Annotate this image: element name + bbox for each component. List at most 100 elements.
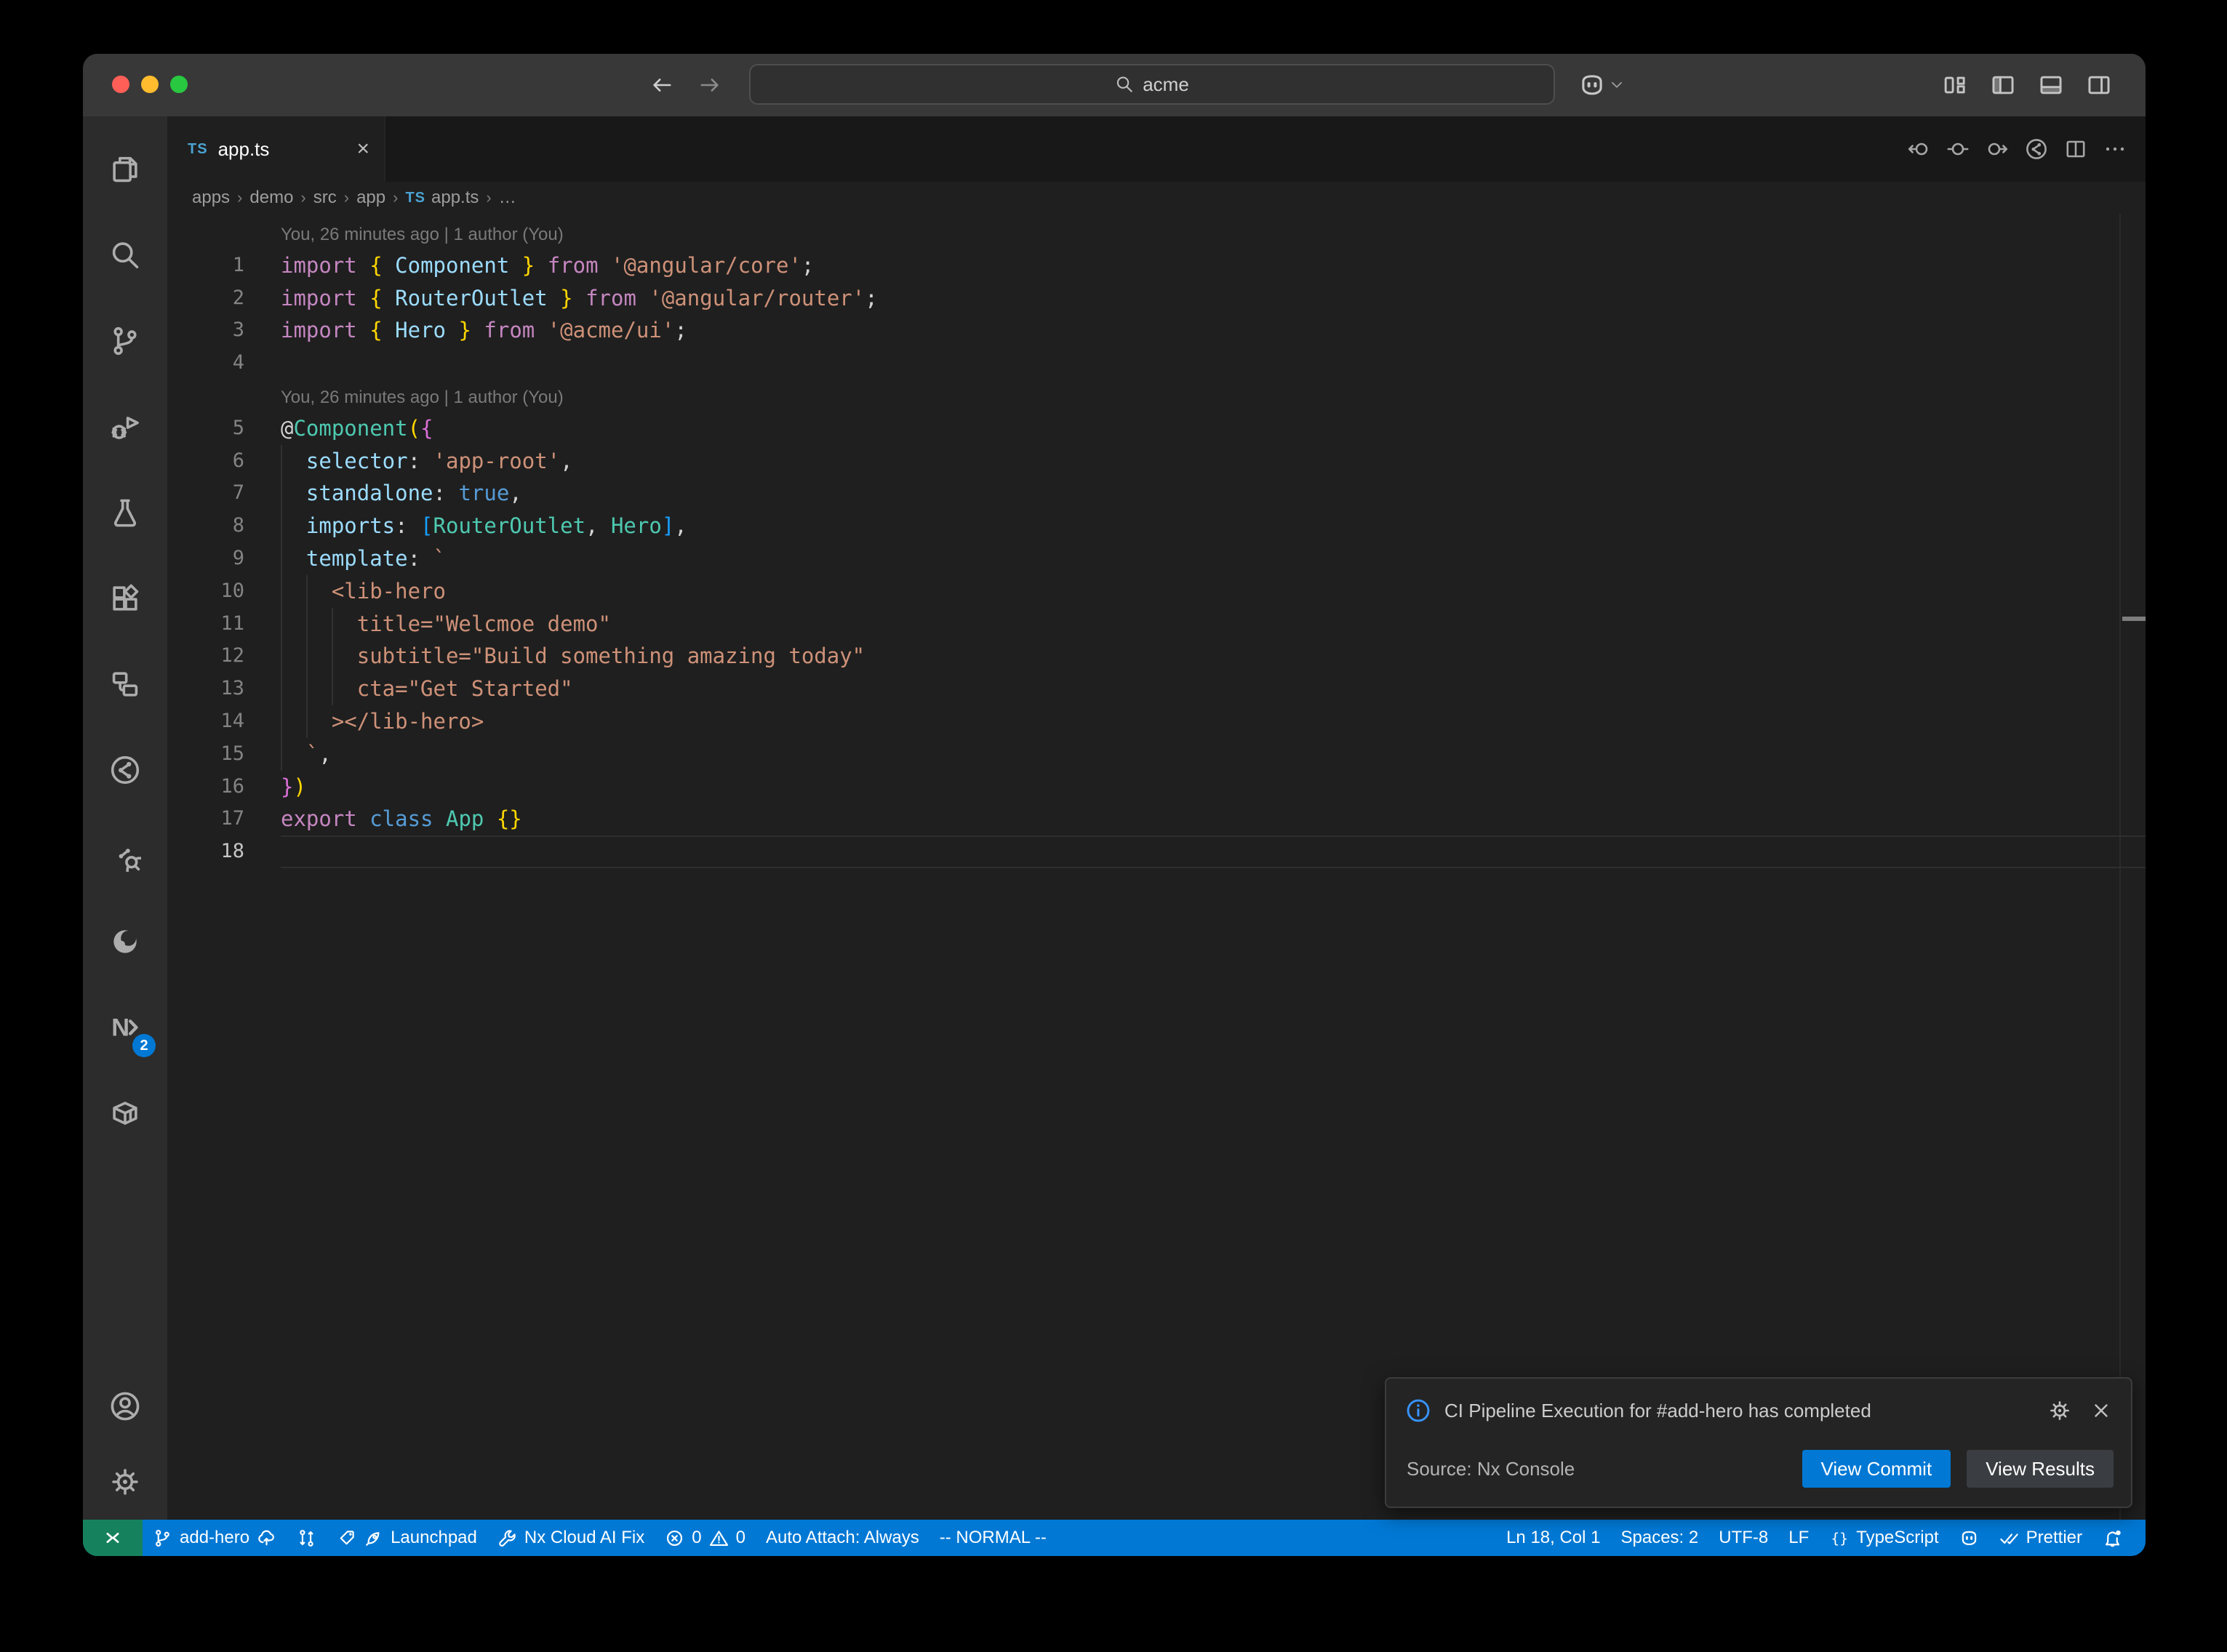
code-line: 3import { Hero } from '@acme/ui'; <box>167 314 2146 347</box>
command-center-search[interactable]: acme <box>749 64 1555 105</box>
status-0-0[interactable]: 00 <box>655 1520 756 1556</box>
indent-guide <box>332 673 333 705</box>
status-ln-18-col-1[interactable]: Ln 18, Col 1 <box>1496 1520 1610 1556</box>
activity-item-testing[interactable] <box>90 470 160 556</box>
status-prettier[interactable]: Prettier <box>1989 1520 2092 1556</box>
split-editor-button[interactable] <box>2064 137 2087 161</box>
close-window-button[interactable] <box>112 76 129 93</box>
line-number <box>167 380 281 412</box>
status-add-hero[interactable]: add-hero <box>143 1520 287 1556</box>
code-editor[interactable]: You, 26 minutes ago | 1 author (You)1imp… <box>167 214 2146 1520</box>
chevron-down-icon <box>1609 77 1625 93</box>
status-launchpad[interactable]: Launchpad <box>327 1520 487 1556</box>
line-number: 7 <box>167 477 281 510</box>
account-icon <box>109 1390 141 1422</box>
typescript-file-icon: TS <box>188 141 208 158</box>
remote-icon <box>102 1527 124 1549</box>
activity-item-explorer[interactable] <box>90 127 160 212</box>
breadcrumb-item[interactable]: … <box>499 188 516 208</box>
code-line: 11 title="Welcmoe demo" <box>167 608 2146 641</box>
ellipsis-button[interactable] <box>2103 137 2127 161</box>
zoom-window-button[interactable] <box>170 76 188 93</box>
line-content: <lib-hero <box>281 575 2146 608</box>
close-tab-icon[interactable]: × <box>356 138 369 160</box>
status-lf[interactable]: LF <box>1778 1520 1819 1556</box>
activity-item-search[interactable] <box>90 212 160 298</box>
copilot-icon <box>1959 1528 1979 1548</box>
container-icon <box>109 1097 141 1129</box>
status-auto-attach-always[interactable]: Auto Attach: Always <box>756 1520 929 1556</box>
panel-bottom-toggle-button[interactable] <box>2038 72 2064 98</box>
code-line: 9 template: ` <box>167 542 2146 575</box>
line-content: imports: [RouterOutlet, Hero], <box>281 510 2146 542</box>
activity-item-accounts[interactable] <box>90 1368 160 1444</box>
git-compare-icon <box>297 1528 316 1548</box>
navigate-forward-button[interactable] <box>698 73 721 97</box>
status-typescript[interactable]: {}TypeScript <box>1819 1520 1948 1556</box>
prev-change-button[interactable] <box>1907 137 1930 161</box>
breadcrumb-item[interactable]: TSapp.ts <box>405 188 479 208</box>
copilot-menu-button[interactable] <box>1578 54 1625 116</box>
svg-text:{}: {} <box>1831 1530 1848 1547</box>
status-utf-8[interactable]: UTF-8 <box>1708 1520 1778 1556</box>
view-commit-button[interactable]: View Commit <box>1802 1450 1951 1488</box>
status-spaces-2[interactable]: Spaces: 2 <box>1611 1520 1709 1556</box>
remote-indicator[interactable] <box>83 1520 143 1556</box>
breadcrumb-item[interactable]: apps <box>192 188 230 208</box>
status-nx-cloud-ai-fix[interactable]: Nx Cloud AI Fix <box>487 1520 655 1556</box>
line-content: import { RouterOutlet } from '@angular/r… <box>281 282 2146 315</box>
code-line: 18 <box>167 835 2146 868</box>
swirl-icon <box>109 926 141 958</box>
line-content: }) <box>281 771 2146 803</box>
line-number: 13 <box>167 673 281 705</box>
activity-item-source-control[interactable] <box>90 298 160 384</box>
status-git-compare[interactable] <box>287 1520 327 1556</box>
activity-item-commit-graph[interactable] <box>90 727 160 813</box>
notification-toast: CI Pipeline Execution for #add-hero has … <box>1385 1377 2132 1508</box>
activity-item-settings[interactable] <box>90 1444 160 1520</box>
line-content <box>281 347 2146 380</box>
indent-guide <box>332 608 333 641</box>
commit-graph-button[interactable] <box>2025 137 2048 161</box>
view-results-button[interactable]: View Results <box>1967 1450 2114 1488</box>
notification-close-icon[interactable] <box>2090 1400 2112 1422</box>
activity-item-run-debug[interactable] <box>90 384 160 470</box>
line-number: 11 <box>167 608 281 641</box>
activity-item-graph-search[interactable] <box>90 813 160 899</box>
activity-item-extensions[interactable] <box>90 556 160 641</box>
indent-guide <box>281 445 282 478</box>
minimize-window-button[interactable] <box>141 76 159 93</box>
indent-guide <box>281 542 282 575</box>
breadcrumb: apps›demo›src›app›TSapp.ts›… <box>167 182 2146 214</box>
tab-app-ts[interactable]: TS app.ts × <box>167 116 385 182</box>
indent-guide <box>332 640 333 673</box>
line-number: 4 <box>167 347 281 380</box>
blame-annotation-row: You, 26 minutes ago | 1 author (You) <box>167 380 2146 412</box>
files-icon <box>109 153 141 185</box>
search-icon <box>1115 75 1134 94</box>
activity-item-nx-console[interactable]: N2 <box>90 985 160 1070</box>
layout-toggle-button[interactable] <box>1942 72 1968 98</box>
breadcrumb-item[interactable]: demo <box>249 188 293 208</box>
panel-left-toggle-button[interactable] <box>1990 72 2016 98</box>
status-copilot[interactable] <box>1949 1520 1989 1556</box>
navigate-back-button[interactable] <box>650 73 673 97</box>
indent-guide <box>281 705 282 738</box>
copilot-icon <box>1578 71 1606 99</box>
notification-settings-icon[interactable] <box>2048 1399 2071 1422</box>
activity-item-references[interactable] <box>90 641 160 727</box>
bell-dot-icon <box>2103 1528 2122 1548</box>
code-line: 16}) <box>167 771 2146 803</box>
panel-right-toggle-button[interactable] <box>2086 72 2112 98</box>
breadcrumb-item[interactable]: src <box>313 188 337 208</box>
breadcrumb-item[interactable]: app <box>356 188 385 208</box>
status-normal[interactable]: -- NORMAL -- <box>929 1520 1057 1556</box>
activity-item-containers[interactable] <box>90 1070 160 1156</box>
activity-item-console-swirl[interactable] <box>90 899 160 985</box>
line-content: subtitle="Build something amazing today" <box>281 640 2146 673</box>
vscode-window: acme N2 TS app.ts × <box>83 54 2146 1556</box>
next-change-button[interactable] <box>1986 137 2009 161</box>
line-content: import { Hero } from '@acme/ui'; <box>281 314 2146 347</box>
status-bell-dot[interactable] <box>2092 1520 2132 1556</box>
change-button[interactable] <box>1946 137 1970 161</box>
